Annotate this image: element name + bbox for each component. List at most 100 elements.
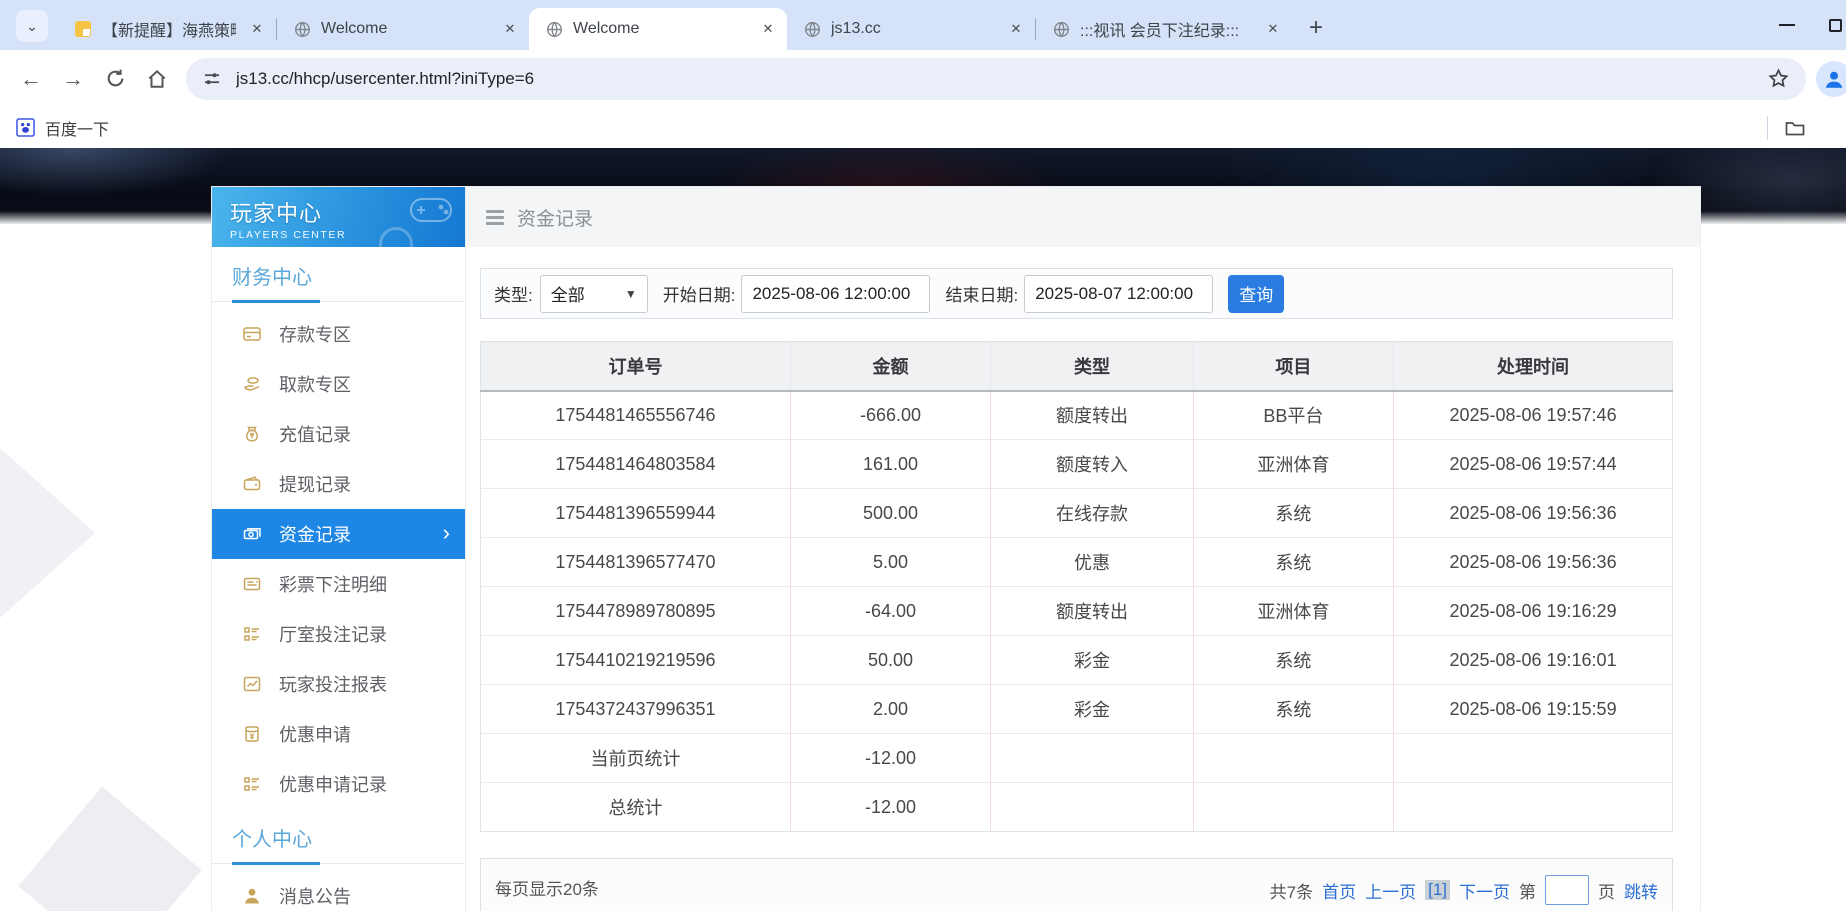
profile-avatar[interactable] [1816, 61, 1846, 97]
first-page-link[interactable]: 首页 [1322, 878, 1356, 903]
table-cell: 额度转出 [991, 391, 1194, 440]
table-cell: 5.00 [790, 538, 990, 587]
minimize-button[interactable] [1779, 0, 1795, 50]
recharge-moneybag-icon [242, 424, 262, 444]
table-cell: -12.00 [790, 734, 990, 783]
sidebar-item[interactable]: 存款专区› [212, 309, 465, 359]
table-cell: 1754481465556746 [481, 391, 791, 440]
table-cell [1394, 734, 1673, 783]
table-cell: 额度转出 [991, 587, 1194, 636]
sidebar-item[interactable]: 厅室投注记录› [212, 609, 465, 659]
tab-close-icon[interactable]: ✕ [757, 18, 779, 40]
sidebar-item[interactable]: 优惠申请记录› [212, 759, 465, 809]
browser-tab[interactable]: js13.cc✕ [787, 8, 1035, 50]
jump-link[interactable]: 跳转 [1624, 878, 1658, 903]
start-date-input[interactable] [741, 275, 930, 313]
table-cell: 2025-08-06 19:16:01 [1394, 636, 1673, 685]
sidebar-item-label: 资金记录 [279, 521, 351, 547]
decorative-triangle [18, 786, 201, 911]
table-cell: 额度转入 [991, 440, 1194, 489]
message-person-icon [242, 886, 262, 906]
sidebar-item[interactable]: 资金记录 › [212, 509, 465, 559]
table-row: 1754481396559944500.00在线存款系统2025-08-06 1… [481, 489, 1673, 538]
table-cell: 500.00 [790, 489, 990, 538]
table-cell: -12.00 [790, 783, 990, 832]
sidebar-item[interactable]: 优惠申请› [212, 709, 465, 759]
tabs: 【新提醒】海燕策略论坛综合交✕Welcome✕Welcome✕js13.cc✕:… [58, 8, 1292, 50]
chevron-right-icon: › [443, 520, 450, 546]
forward-button[interactable]: → [52, 58, 94, 100]
type-label: 类型: [494, 281, 533, 306]
browser-tab[interactable]: Welcome✕ [277, 8, 529, 50]
baidu-paw-icon [16, 118, 35, 137]
tab-title: Welcome [573, 20, 747, 38]
table-cell: 亚洲体育 [1193, 587, 1393, 636]
table-cell: 1754481396577470 [481, 538, 791, 587]
sidebar-item[interactable]: 彩票下注明细› [212, 559, 465, 609]
tab-close-icon[interactable]: ✕ [499, 18, 521, 40]
sidebar-item[interactable]: 提现记录› [212, 459, 465, 509]
address-bar[interactable]: js13.cc/hhcp/usercenter.html?iniType=6 [186, 58, 1806, 100]
bookmark-baidu[interactable]: 百度一下 [16, 116, 109, 140]
table-cell: 在线存款 [991, 489, 1194, 538]
page-title: 资金记录 [517, 204, 593, 231]
home-button[interactable] [136, 58, 178, 100]
browser-tab[interactable]: :::视讯 会员下注纪录:::✕ [1036, 8, 1292, 50]
sidebar-item[interactable]: 消息公告› [212, 871, 465, 911]
browser-tab[interactable]: Welcome ✕ [529, 8, 787, 50]
sidebar-item-label: 消息公告 [279, 883, 351, 909]
table-header-cell: 项目 [1193, 342, 1393, 391]
tab-strip: ⌄ 【新提醒】海燕策略论坛综合交✕Welcome✕Welcome✕js13.cc… [0, 0, 1846, 50]
maximize-icon [1829, 19, 1842, 32]
folder-icon[interactable] [1784, 117, 1806, 139]
main-header: 资金记录 [466, 187, 1700, 247]
sidebar-item-label: 充值记录 [279, 421, 351, 447]
reload-icon [105, 68, 126, 89]
tab-close-icon[interactable]: ✕ [246, 18, 268, 40]
table-cell: 当前页统计 [481, 734, 791, 783]
table-row: 17543724379963512.00彩金系统2025-08-06 19:15… [481, 685, 1673, 734]
next-page-link[interactable]: 下一页 [1459, 878, 1510, 903]
prev-page-link[interactable]: 上一页 [1365, 878, 1416, 903]
table-header-cell: 金额 [790, 342, 990, 391]
tab-close-icon[interactable]: ✕ [1005, 18, 1027, 40]
search-button[interactable]: 查询 [1228, 275, 1284, 313]
table-cell: 2025-08-06 19:16:29 [1394, 587, 1673, 636]
sidebar-item-label: 厅室投注记录 [279, 621, 387, 647]
sidebar-item[interactable]: 玩家投注报表› [212, 659, 465, 709]
table-cell: 总统计 [481, 783, 791, 832]
hall-bet-list-icon [242, 624, 262, 644]
globe-favicon-icon [803, 20, 821, 38]
sidebar-item-label: 取款专区 [279, 371, 351, 397]
withdraw-hand-icon [242, 374, 262, 394]
new-tab-button[interactable]: + [1300, 12, 1332, 44]
maximize-button[interactable] [1829, 0, 1842, 50]
page-jump-input[interactable] [1545, 875, 1589, 905]
table-cell: 2025-08-06 19:57:46 [1394, 391, 1673, 440]
table-cell [1193, 734, 1393, 783]
table-row: 1754478989780895-64.00额度转出亚洲体育2025-08-06… [481, 587, 1673, 636]
table-cell: 系统 [1193, 636, 1393, 685]
tab-search-button[interactable]: ⌄ [16, 10, 48, 42]
end-date-input[interactable] [1024, 275, 1213, 313]
browser-tab[interactable]: 【新提醒】海燕策略论坛综合交✕ [58, 8, 276, 50]
back-button[interactable]: ← [10, 58, 52, 100]
sidebar-item[interactable]: 充值记录› [212, 409, 465, 459]
table-header-cell: 处理时间 [1394, 342, 1673, 391]
type-select[interactable]: 全部 ▼ [540, 275, 648, 313]
reload-button[interactable] [94, 58, 136, 100]
bookmark-star-icon[interactable] [1767, 67, 1790, 90]
sidebar-item[interactable]: 取款专区› [212, 359, 465, 409]
table-cell: 系统 [1193, 685, 1393, 734]
url-text[interactable]: js13.cc/hhcp/usercenter.html?iniType=6 [236, 69, 1767, 89]
globe-favicon-icon [545, 20, 563, 38]
pagination-controls: 共7条 首页 上一页 [1] 下一页 第 页 跳转 [1270, 875, 1658, 905]
table-cell: 系统 [1193, 538, 1393, 587]
back-arrow-icon: ← [20, 66, 42, 92]
menu-hamburger-icon[interactable] [486, 210, 504, 225]
sidebar-sections: 财务中心存款专区›取款专区›充值记录›提现记录›资金记录›彩票下注明细›厅室投注… [212, 247, 465, 911]
funds-table: 订单号金额类型项目处理时间 1754481465556746-666.00额度转… [480, 341, 1673, 832]
table-cell: -64.00 [790, 587, 990, 636]
tab-close-icon[interactable]: ✕ [1262, 18, 1284, 40]
gamepad-icon [405, 191, 457, 231]
